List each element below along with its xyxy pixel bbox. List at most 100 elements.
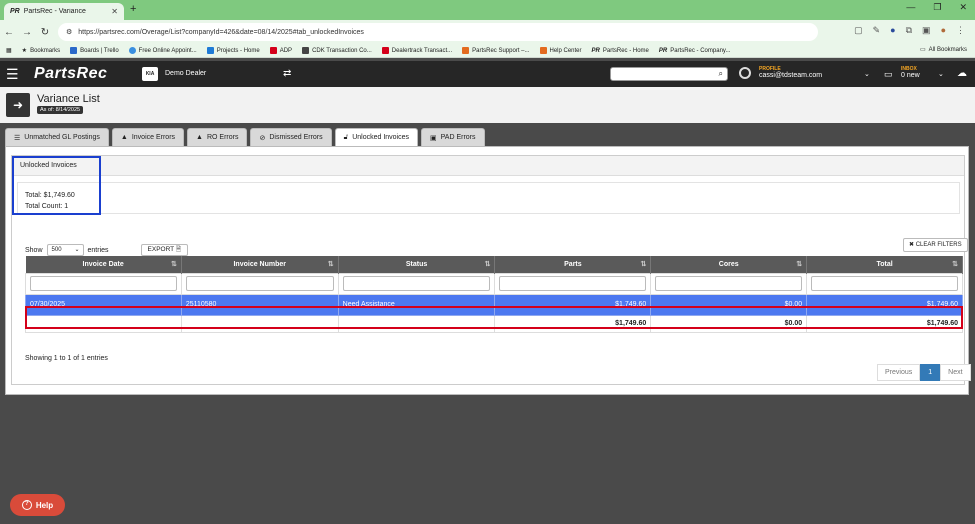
restore-icon[interactable]: ❐ xyxy=(933,2,941,13)
filter-invoice-number-input[interactable] xyxy=(185,276,334,291)
tab-ro-errors[interactable]: ▲ RO Errors xyxy=(187,128,248,146)
tab-dismissed-errors[interactable]: ⊘ Dismissed Errors xyxy=(250,128,332,146)
bookmark-adp[interactable]: ADP xyxy=(269,47,292,54)
bookmark-partsrec-home[interactable]: PR PartsRec - Home xyxy=(592,48,649,54)
filter-cores-input[interactable] xyxy=(655,276,803,291)
bookmark-help-center[interactable]: Help Center xyxy=(539,47,582,54)
filter-status-input[interactable] xyxy=(342,276,491,291)
browser-tab[interactable]: PR PartsRec - Variance ✕ xyxy=(4,3,124,20)
chevron-down-icon[interactable]: ⌄ xyxy=(864,70,870,78)
inbox-menu[interactable]: INBOX 0 new xyxy=(901,66,920,79)
file-export-icon: 🗎︎ xyxy=(175,246,182,253)
column-header-parts[interactable]: Parts ⇅ xyxy=(494,256,652,273)
column-header-cores[interactable]: Cores ⇅ xyxy=(650,256,808,273)
export-button[interactable]: EXPORT 🗎︎ xyxy=(140,244,189,256)
bookmark-dealertrack[interactable]: Dealertrack Transact... xyxy=(381,47,452,54)
column-header-invoice-date[interactable]: Invoice Date ⇅ xyxy=(25,256,182,273)
page-title: Variance List xyxy=(37,93,100,105)
puzzle-icon[interactable]: ⧉ xyxy=(906,25,912,36)
star-icon: ★ xyxy=(21,48,28,54)
column-header-total[interactable]: Total ⇅ xyxy=(806,256,963,273)
all-bookmarks[interactable]: ▭ All Bookmarks xyxy=(920,46,967,54)
pagination-previous[interactable]: Previous xyxy=(877,364,921,381)
tab-pad-errors[interactable]: ▣ PAD Errors xyxy=(421,128,485,146)
browser-tab-bar: PR PartsRec - Variance ✕ + — ❐ ✕ xyxy=(0,0,975,20)
page-heading: ➜ Variance List As of: 8/14/2025 xyxy=(0,87,975,123)
sort-icon: ⇅ xyxy=(170,261,177,268)
help-button[interactable]: ? Help xyxy=(10,494,65,516)
partsrec-logo[interactable]: PartsRec xyxy=(34,65,107,83)
table-header-row: Invoice Date ⇅ Invoice Number ⇅ Status ⇅ Pa… xyxy=(25,256,963,273)
minimize-icon[interactable]: — xyxy=(906,2,915,13)
reload-icon[interactable]: ↻ xyxy=(36,27,54,38)
chevron-down-icon: ⌄ xyxy=(74,247,80,253)
tab-unlocked-invoices[interactable]: 🔓︎ Unlocked Invoices xyxy=(334,128,418,146)
bookmark-appoint[interactable]: Free Online Appoint... xyxy=(128,47,197,54)
bookmark-cdk[interactable]: CDK Transaction Co... xyxy=(302,47,372,54)
tab-invoice-errors[interactable]: ▲ Invoice Errors xyxy=(111,128,185,146)
filter-parts-input[interactable] xyxy=(499,276,647,291)
new-tab-icon[interactable]: + xyxy=(130,3,136,15)
bookmark-support[interactable]: PartsRec Support –... xyxy=(462,47,530,54)
pagination: Previous 1 Next xyxy=(877,364,971,381)
search-icon[interactable]: ⌕ xyxy=(719,69,723,79)
filter-total-input[interactable] xyxy=(811,276,958,291)
hamburger-menu-icon[interactable]: ☰ xyxy=(6,67,19,81)
column-header-status[interactable]: Status ⇅ xyxy=(338,256,496,273)
extension-icon[interactable]: ▢ xyxy=(854,25,863,36)
bookmark-partsrec-company[interactable]: PR PartsRec - Company... xyxy=(659,48,731,54)
pen-icon[interactable]: ✎ xyxy=(873,25,881,36)
site-info-icon[interactable]: ⚙ xyxy=(66,28,72,36)
bookmark-trello[interactable]: Boards | Trello xyxy=(70,47,119,54)
forward-arrow-icon[interactable]: → xyxy=(18,27,36,38)
dealer-name[interactable]: Demo Dealer xyxy=(165,70,206,77)
cloud-upload-icon[interactable]: ☁ xyxy=(957,68,967,79)
sort-icon: ⇅ xyxy=(952,261,958,268)
back-arrow-icon[interactable]: ← xyxy=(0,27,18,38)
help-question-icon: ? xyxy=(21,500,32,510)
filter-row xyxy=(25,272,963,295)
switch-dealer-icon[interactable]: ⇄ xyxy=(283,68,291,79)
dismissed-icon: ⊘ xyxy=(259,134,266,142)
pagination-next[interactable]: Next xyxy=(940,364,971,381)
back-button[interactable]: ➜ xyxy=(6,93,30,117)
header-search-input[interactable]: ⌕ xyxy=(610,67,728,81)
page-size-select[interactable]: 500 ⌄ xyxy=(46,244,84,256)
sidepanel-icon[interactable]: ▣ xyxy=(922,25,931,36)
bookmark-bookmarks[interactable]: ★ Bookmarks xyxy=(21,47,60,55)
chevron-down-icon[interactable]: ⌄ xyxy=(938,70,944,78)
trello-icon xyxy=(70,47,78,54)
pagination-page-1[interactable]: 1 xyxy=(920,364,941,381)
profile-menu[interactable]: PROFILE cassi@tdsteam.com xyxy=(759,66,822,79)
unlock-icon: 🔓︎ xyxy=(343,133,349,141)
inbox-icon[interactable]: ▭ xyxy=(884,69,893,80)
tab-unmatched-gl-postings[interactable]: ☰ Unmatched GL Postings xyxy=(5,128,109,146)
partsrec-icon: PR xyxy=(591,47,600,54)
extension-dot-icon[interactable]: ● xyxy=(890,25,895,36)
filter-invoice-date-input[interactable] xyxy=(30,276,177,291)
menu-icon[interactable]: ⋮ xyxy=(956,25,965,36)
adp-icon xyxy=(269,47,277,54)
row-highlight-box xyxy=(25,306,963,329)
entries-label: entries xyxy=(87,246,109,254)
bookmark-projects[interactable]: Projects - Home xyxy=(206,47,260,54)
partsrec-favicon: PR xyxy=(10,8,20,15)
apps-icon[interactable]: ▦ xyxy=(6,47,12,54)
profile-avatar-icon[interactable] xyxy=(739,67,751,79)
column-header-invoice-number[interactable]: Invoice Number ⇅ xyxy=(181,256,339,273)
filter-cell xyxy=(180,272,339,295)
close-window-icon[interactable]: ✕ xyxy=(959,2,967,13)
clear-filters-button[interactable]: ✖ CLEAR FILTERS xyxy=(903,238,968,252)
url-text: https://partsrec.com/Overage/List?compan… xyxy=(78,28,364,36)
partsrec-icon: PR xyxy=(658,47,668,54)
sort-icon: ⇅ xyxy=(484,261,491,268)
entries-info: Showing 1 to 1 of 1 entries xyxy=(25,355,108,362)
summary-body xyxy=(17,182,960,214)
projects-icon xyxy=(206,47,214,54)
avatar-icon[interactable]: ● xyxy=(941,25,946,36)
url-input[interactable]: ⚙ https://partsrec.com/Overage/List?comp… xyxy=(58,23,818,41)
close-tab-icon[interactable]: ✕ xyxy=(111,7,118,16)
browser-tab-title: PartsRec - Variance xyxy=(23,8,86,15)
tab-content-panel: Unlocked Invoices Total: $1,749.60 Total… xyxy=(5,146,971,395)
show-label: Show xyxy=(25,246,43,254)
